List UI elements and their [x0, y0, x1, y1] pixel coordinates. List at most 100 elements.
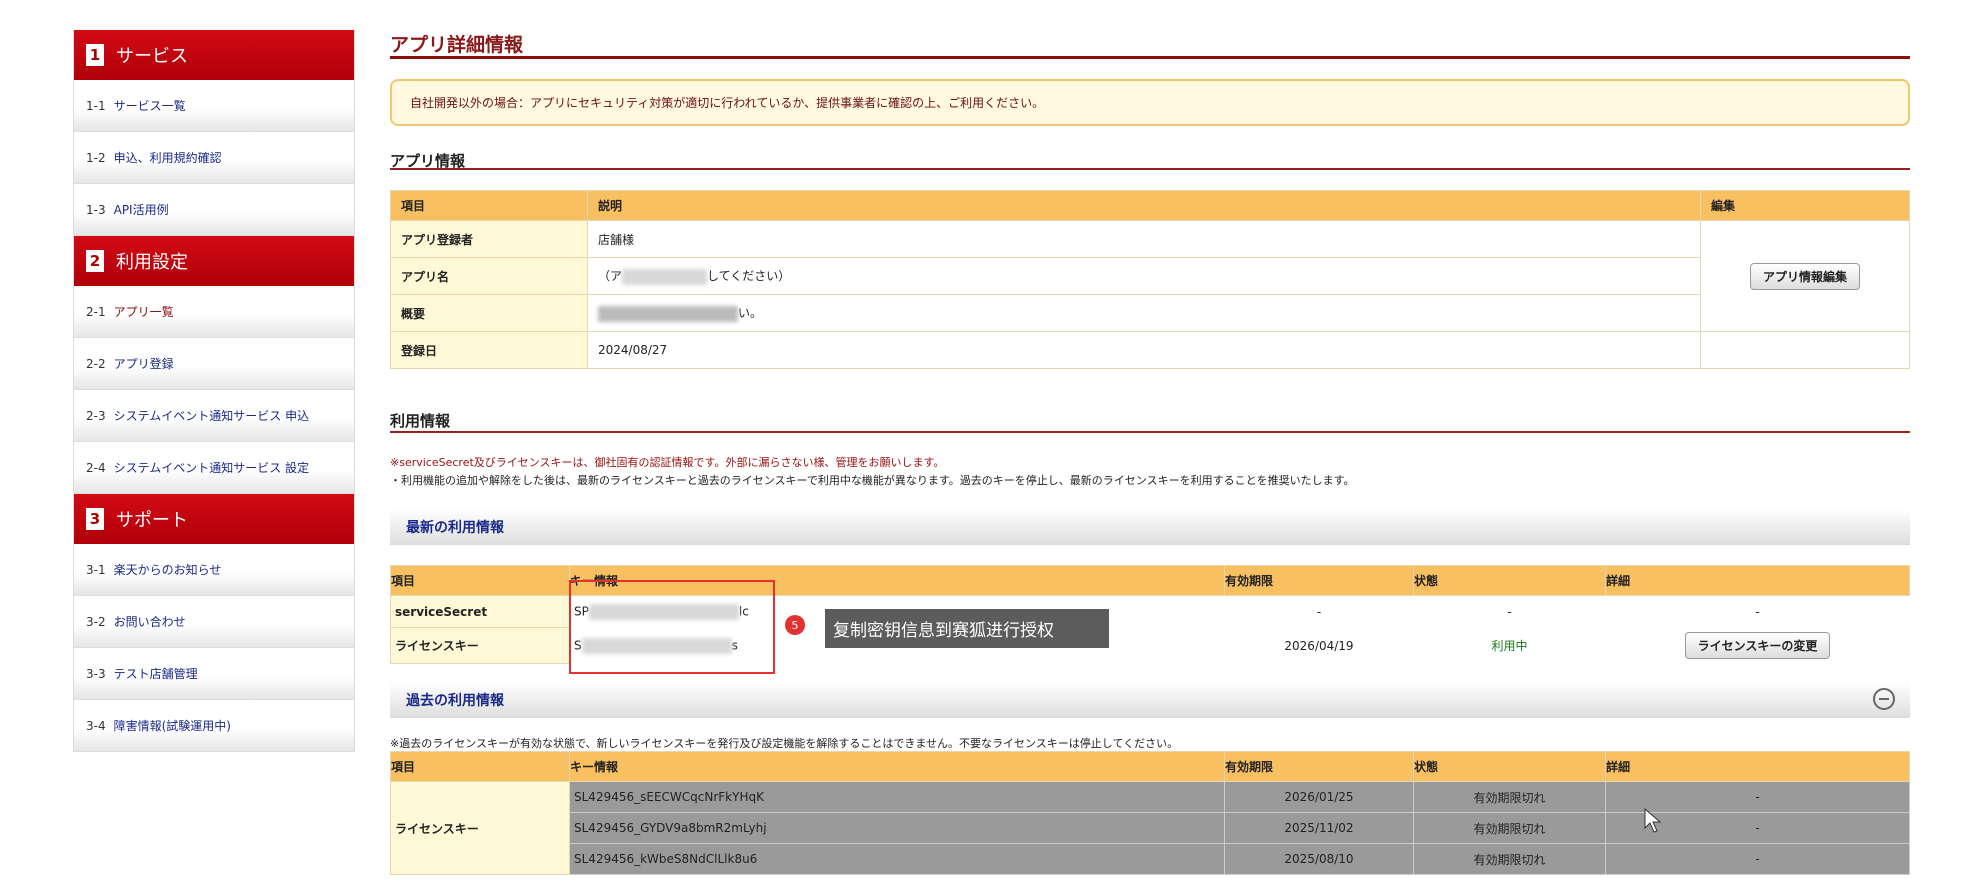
section-label: サービス — [116, 46, 188, 67]
row-label: ライセンスキー — [390, 781, 570, 875]
usage-note: ・利用機能の追加や解除をした後は、最新のライセンスキーと過去のライセンスキーで利… — [390, 474, 1355, 487]
item-number: 2-1 — [86, 304, 106, 319]
table-row: 概要 い。 — [390, 294, 1910, 332]
change-license-key-button[interactable]: ライセンスキーの変更 — [1684, 632, 1831, 659]
page-title: アプリ詳細情報 — [390, 34, 524, 56]
item-label: 申込、利用規約確認 — [113, 151, 222, 165]
mouse-cursor-icon — [1644, 808, 1662, 833]
col-header: 説明 — [587, 190, 1701, 221]
item-number: 2-3 — [86, 408, 106, 423]
row-value: （ア してください） — [587, 257, 1701, 295]
section-number: 1 — [86, 44, 104, 66]
app-info-table: 項目 説明 編集 アプリ登録者 店舗様 アプリ情報編集 アプリ名 （ア してください） … — [390, 190, 1910, 369]
sidebar-item[interactable]: 2-2 アプリ登録 — [74, 338, 354, 390]
item-label: テスト店舗管理 — [113, 667, 198, 681]
item-label: システムイベント通知サービス 申込 — [113, 409, 310, 423]
value-end: してください） — [707, 269, 791, 284]
item-number: 1-2 — [86, 150, 106, 165]
item-number: 2-2 — [86, 356, 106, 371]
redacted — [598, 305, 738, 322]
security-notice: 自社開発以外の場合：アプリにセキュリティ対策が適切に行われているか、提供事業者に… — [390, 79, 1910, 126]
sidebar-item[interactable]: 2-4 システムイベント通知サービス 設定 — [74, 442, 354, 494]
sidebar-section: 3 サポート — [74, 494, 354, 544]
item-number: 3-2 — [86, 614, 106, 629]
col-header: 項目 — [390, 190, 588, 221]
row-value: 店舗様 — [587, 220, 1701, 258]
col-header: 編集 — [1700, 190, 1910, 221]
usage-heading: 利用情報 — [390, 412, 451, 430]
expiry: 2026/01/25 — [1224, 781, 1414, 813]
section-number: 2 — [86, 250, 104, 272]
item-label: アプリ一覧 — [113, 305, 174, 319]
sidebar-item[interactable]: 1-2 申込、利用規約確認 — [74, 132, 354, 184]
col-header: 詳細 — [1605, 751, 1910, 782]
past-usage-bar: 過去の利用情報 — [390, 682, 1910, 718]
item-label: お問い合わせ — [113, 615, 186, 629]
item-number: 3-1 — [86, 562, 106, 577]
key: SL429456_sEECWCqcNrFkYHqK — [569, 781, 1225, 813]
row-label: ライセンスキー — [390, 627, 570, 664]
col-header: 状態 — [1413, 751, 1606, 782]
edit-cell: アプリ情報編集 — [1700, 220, 1910, 332]
row-label: 概要 — [390, 294, 588, 332]
sidebar-item[interactable]: 3-3 テスト店舗管理 — [74, 648, 354, 700]
expiry: 2025/11/02 — [1224, 812, 1414, 844]
value-end: い。 — [738, 306, 763, 321]
step-badge: 5 — [785, 615, 805, 635]
redacted — [622, 268, 708, 285]
key: SL429456_kWbeS8NdClLlk8u6 — [569, 843, 1225, 875]
key: SL429456_GYDV9a8bmR2mLyhj — [569, 812, 1225, 844]
expiry: 2026/04/19 — [1284, 638, 1354, 653]
sidebar-item[interactable]: 2-3 システムイベント通知サービス 申込 — [74, 390, 354, 442]
sidebar-item[interactable]: 3-4 障害情報(試験運用中) — [74, 700, 354, 752]
sidebar-item[interactable]: 3-2 お問い合わせ — [74, 596, 354, 648]
item-label: 障害情報(試験運用中) — [113, 719, 231, 733]
status: 有効期限切れ — [1413, 781, 1606, 813]
sidebar-item[interactable]: 3-1 楽天からのお知らせ — [74, 544, 354, 596]
value-start: （ア — [598, 269, 623, 284]
detail: - — [1755, 604, 1760, 619]
table-row: アプリ名 （ア してください） — [390, 257, 1910, 295]
status: 有効期限切れ — [1413, 843, 1606, 875]
col-header: 状態 — [1413, 565, 1606, 596]
collapse-icon[interactable] — [1873, 688, 1895, 710]
table-row: SL429456_kWbeS8NdClLlk8u6 2025/08/10 有効期限切… — [391, 843, 1910, 875]
edit-app-info-button[interactable]: アプリ情報編集 — [1749, 262, 1860, 290]
row-label: アプリ登録者 — [390, 220, 588, 258]
item-number: 1-3 — [86, 202, 106, 217]
sidebar-item[interactable]: 2-1 アプリ一覧 — [74, 286, 354, 338]
item-number: 3-3 — [86, 666, 106, 681]
row-label: serviceSecret — [390, 595, 570, 628]
sidebar-section: 1 サービス — [74, 30, 354, 80]
table-row: ライセンスキー SL429456_sEECWCqcNrFkYHqK 2026/01/… — [390, 781, 1910, 875]
usage-note-red: ※serviceSecret及びライセンスキーは、御社固有の認証情報です。外部に… — [390, 456, 945, 469]
expiry: - — [1316, 604, 1322, 619]
col-header: 項目 — [390, 751, 570, 782]
detail: - — [1605, 843, 1910, 875]
past-note: ※過去のライセンスキーが有効な状態で、新しいライセンスキーを発行及び設定機能を解… — [390, 737, 1179, 750]
table-row: 登録日 2024/08/27 — [390, 331, 1910, 369]
col-header: 有効期限 — [1224, 565, 1414, 596]
col-header: 有効期限 — [1224, 751, 1414, 782]
status: 利用中 — [1491, 639, 1528, 653]
item-label: 楽天からのお知らせ — [113, 563, 222, 577]
divider — [390, 56, 1910, 59]
item-number: 2-4 — [86, 460, 106, 475]
sidebar-item[interactable]: 1-1 サービス一覧 — [74, 80, 354, 132]
item-label: API活用例 — [113, 203, 169, 217]
row-label: アプリ名 — [390, 257, 588, 295]
col-header: 項目 — [390, 565, 570, 596]
sidebar-item[interactable]: 1-3 API活用例 — [74, 184, 354, 236]
divider — [390, 168, 1910, 170]
tooltip: 复制密钥信息到赛狐进行授权 — [825, 609, 1109, 648]
sidebar: 1 サービス 1-1 サービス一覧 1-2 申込、利用規約確認 1-3 API活用例 2 利用設定… — [73, 30, 355, 752]
section-label: 利用設定 — [116, 252, 188, 273]
col-header: キー情報 — [569, 751, 1225, 782]
item-label: サービス一覧 — [113, 99, 186, 113]
table-header: 項目 説明 編集 — [390, 190, 1910, 221]
section-number: 3 — [86, 508, 104, 530]
table-header: 項目 キー情報 有効期限 状態 詳細 — [390, 751, 1910, 782]
status: 有効期限切れ — [1413, 812, 1606, 844]
latest-usage-bar: 最新の利用情報 — [390, 509, 1910, 545]
item-number: 1-1 — [86, 98, 106, 113]
